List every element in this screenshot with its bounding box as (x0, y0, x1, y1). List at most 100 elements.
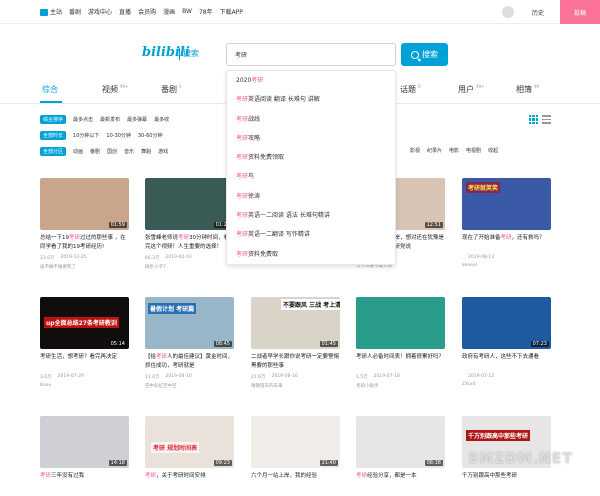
filter-zone-item[interactable]: 舞蹈 (141, 148, 151, 155)
filter-zone-item[interactable]: 音乐 (124, 148, 134, 155)
suggestion-item[interactable]: 考研鸟 (227, 167, 395, 186)
tab-video[interactable]: 视频 99+ (102, 84, 128, 95)
suggestion-item[interactable]: 考研英语阅读 翻译 长难句 讲解 (227, 90, 395, 109)
nav-item-live[interactable]: 直播 (119, 7, 131, 16)
video-title[interactable]: 张雪峰老师说考研30分钟时间，看完这个视频！人生重要的选择！ (145, 234, 234, 252)
video-author[interactable]: ZXunt (462, 382, 551, 387)
thumbnail-overlay-text: 考研 规划时间表 (151, 442, 200, 453)
filter-duration-item[interactable]: 10-30分钟 (106, 132, 131, 139)
tab-topic[interactable]: 话题 0 (400, 84, 421, 95)
video-thumbnail[interactable]: 考研 规划时间表 09:23 (145, 416, 234, 468)
video-card[interactable]: 07:23 政府有考研人，这些不下去通看 2019-07-12 ZXunt (462, 297, 551, 387)
video-thumbnail[interactable]: 01:25 (145, 178, 234, 230)
video-author[interactable]: keeeys (462, 263, 551, 268)
video-card[interactable]: 08:38 考研经验分享，都是一本 (356, 416, 445, 496)
video-author[interactable]: 微步小子7 (145, 264, 234, 270)
video-title[interactable]: 千万别跟高中那些考研 (462, 472, 551, 490)
video-card[interactable]: 21:40 六个月一站上岸，我的经验 (251, 416, 340, 496)
filter-zone-item[interactable]: 国创 (107, 148, 117, 155)
suggestion-item[interactable]: 2020考研 (227, 71, 395, 90)
video-author[interactable]: Kaou (40, 383, 129, 388)
video-title[interactable]: 考研三年没有过我 (40, 472, 129, 490)
filter-zone-item[interactable]: 影视 (410, 147, 420, 154)
video-title[interactable]: 现在了开始准备考研，还有救吗？ (462, 234, 551, 252)
video-title[interactable]: 总结一下19考研过过的那些事 ，在同学看了我的19考研经历! (40, 234, 129, 252)
nav-item-home[interactable]: 主站 (40, 7, 62, 16)
nav-item-manga[interactable]: 漫画 (163, 7, 175, 16)
nav-item-shop[interactable]: 会员购 (138, 7, 156, 16)
video-thumbnail[interactable]: 08:38 (356, 416, 445, 468)
video-thumbnail[interactable]: 07:23 (462, 297, 551, 349)
search-input[interactable] (227, 44, 395, 65)
suggestion-item[interactable]: 考研资料免费领取 (227, 148, 395, 167)
video-title[interactable]: 【给考研人的最佳建议】黄金时间，抓住成功，考研就是 (145, 353, 234, 371)
tab-bangumi[interactable]: 番剧 0 (161, 84, 182, 95)
filter-duration-item[interactable]: 30-60分钟 (138, 132, 163, 139)
history-link[interactable]: 历史 (532, 8, 544, 17)
suggestion-item[interactable]: 考研资料免费取 (227, 245, 395, 264)
filter-zone-item[interactable]: 动画 (73, 148, 83, 155)
video-card[interactable]: 14:18 考研三年没有过我 (40, 416, 129, 496)
filter-duration-chip[interactable]: 全部时长 (40, 131, 67, 140)
video-thumbnail[interactable]: 考研就笑笑 (462, 178, 551, 230)
filter-order-item[interactable]: 最多收 (154, 116, 169, 123)
video-card[interactable]: 01:59 总结一下19考研过过的那些事 ，在同学看了我的19考研经历! 23.… (40, 178, 129, 270)
search-button[interactable]: 搜索 (401, 43, 448, 66)
filter-collapse-toggle[interactable]: 收起 (488, 147, 498, 154)
video-thumbnail[interactable]: 21:40 (251, 416, 340, 468)
video-card[interactable]: 暑假计划 考研篇 08:45 【给考研人的最佳建议】黄金时间，抓住成功，考研就是… (145, 297, 234, 389)
video-title[interactable]: 考研，关于考研时间安排 (145, 472, 234, 490)
filter-order-item[interactable]: 最新发布 (100, 116, 120, 123)
video-card[interactable]: 考研人必备时间表！拥着很累好吗？ 1.5万 2019-07-18 考研小助手 (356, 297, 445, 389)
video-author[interactable]: 考研小助手 (356, 383, 445, 389)
grid-view-icon[interactable] (529, 115, 538, 124)
video-card[interactable]: up全面总结27条考研教训 05:14 考研生活，想考研？看完再决定 3.6万 … (40, 297, 129, 388)
video-title[interactable]: 考研经验分享，都是一本 (356, 472, 445, 490)
video-card[interactable]: 不要跟风 三战 考上清华 01:45 二战者早学长跟你说考研一定要警惕黑要的那些… (251, 297, 340, 389)
video-title[interactable]: 考研人必备时间表！拥着很累好吗？ (356, 353, 445, 371)
suggestion-item[interactable]: 考研英语一二翻译 写作精讲 (227, 225, 395, 244)
tab-album[interactable]: 相簿 99 (516, 84, 539, 95)
video-title[interactable]: 考研生活，想考研？看完再决定 (40, 353, 129, 371)
suggestion-item[interactable]: 考研英语一二阅读 语法 长难句精讲 (227, 206, 395, 225)
post-button[interactable]: 投稿 (560, 0, 600, 24)
filter-zone-item[interactable]: 番剧 (90, 148, 100, 155)
suggestion-item[interactable]: 考研攻略 (227, 129, 395, 148)
tab-user[interactable]: 用户 99+ (458, 84, 484, 95)
filter-order-item[interactable]: 最多弹幕 (127, 116, 147, 123)
nav-item-anime[interactable]: 番剧 (69, 7, 81, 16)
video-title[interactable]: 政府有考研人，这些不下去通看 (462, 353, 551, 371)
filter-order-chip[interactable]: 综合排序 (40, 115, 67, 124)
video-card[interactable]: 考研就笑笑 现在了开始准备考研，还有救吗？ 2019-08-13 keeeys (462, 178, 551, 268)
video-title[interactable]: 六个月一站上岸，我的经验 (251, 472, 340, 490)
filter-zone-item[interactable]: 纪录片 (427, 147, 442, 154)
video-card[interactable]: 考研 规划时间表 09:23 考研，关于考研时间安排 (145, 416, 234, 496)
video-author[interactable]: 晴朗雨天的未来 (251, 383, 340, 389)
filter-zone-item[interactable]: 电影 (449, 147, 459, 154)
nav-item-download[interactable]: 下载APP (220, 7, 243, 16)
thumbnail-overlay-text: 千万别跟高中那些考研 (466, 430, 531, 441)
filter-order-item[interactable]: 最多点击 (73, 116, 93, 123)
nav-item-78[interactable]: 78年 (199, 7, 213, 16)
video-author[interactable]: 空中彩虹空中空 (145, 383, 234, 389)
video-thumbnail[interactable]: 14:18 (40, 416, 129, 468)
avatar[interactable] (501, 6, 514, 18)
video-author[interactable]: 再不做不做要死了 (40, 264, 129, 270)
filter-duration-item[interactable]: 10分钟以下 (73, 132, 99, 139)
tab-all[interactable]: 综合 (42, 84, 58, 95)
suggestion-item[interactable]: 考研战线 (227, 110, 395, 129)
video-title[interactable]: 二战者早学长跟你说考研一定要警惕黑要的那些事 (251, 353, 340, 371)
nav-item-bw[interactable]: BW (182, 8, 192, 15)
filter-zone-item[interactable]: 电视剧 (466, 147, 481, 154)
video-thumbnail[interactable]: up全面总结27条考研教训 05:14 (40, 297, 129, 349)
video-card[interactable]: 01:25 张雪峰老师说考研30分钟时间，看完这个视频！人生重要的选择！ 66.… (145, 178, 234, 270)
video-thumbnail[interactable]: 暑假计划 考研篇 08:45 (145, 297, 234, 349)
video-thumbnail[interactable]: 不要跟风 三战 考上清华 01:45 (251, 297, 340, 349)
filter-zone-item[interactable]: 游戏 (158, 148, 168, 155)
filter-zone-chip[interactable]: 全部分区 (40, 147, 67, 156)
video-thumbnail[interactable] (356, 297, 445, 349)
nav-item-game[interactable]: 游戏中心 (88, 7, 112, 16)
list-view-icon[interactable] (542, 115, 551, 124)
video-thumbnail[interactable]: 01:59 (40, 178, 129, 230)
suggestion-item[interactable]: 考研徐涛 (227, 187, 395, 206)
